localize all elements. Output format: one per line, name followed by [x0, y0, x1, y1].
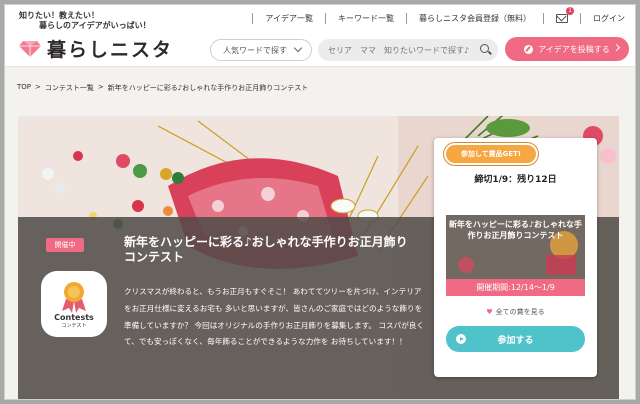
site-header: 知りたい！教えたい！ 暮らしのアイデアがいっぱい！ 暮らしニスタ アイデア一覧 …: [5, 5, 635, 67]
popular-word-label: 人気ワードで探す: [223, 45, 287, 55]
breadcrumb-top[interactable]: TOP: [17, 83, 31, 93]
play-icon: [456, 334, 466, 344]
see-all-prizes-link[interactable]: ♥ 全ての賞を見る: [434, 307, 597, 317]
thumbnail-title: 新年をハッピーに彩る♪おしゃれな手作りお正月飾りコンテスト: [448, 220, 583, 240]
contest-title: 新年をハッピーに彩る♪おしゃれな手作りお正月飾りコンテスト: [124, 235, 408, 264]
logo-text: 暮らしニスタ: [47, 39, 174, 61]
breadcrumb-separator: >: [35, 83, 41, 91]
contest-hero: 開催中 新年をハッピーに彩る♪おしゃれな手作りお正月飾りコンテスト Contes…: [18, 116, 619, 399]
chevron-down-icon: [293, 43, 303, 53]
heart-icon: ♥: [486, 308, 493, 316]
nav-divider: [406, 13, 407, 24]
mail-icon[interactable]: 1: [556, 7, 574, 23]
search-input[interactable]: [318, 39, 498, 61]
contest-icon-label-en: Contests: [54, 313, 94, 322]
pencil-icon: [524, 44, 534, 54]
tagline-line1: 知りたい！教えたい！: [19, 11, 99, 20]
nav-idea-list[interactable]: アイデア一覧: [265, 13, 313, 24]
chevron-right-icon: [612, 43, 621, 52]
tagline-line2: 暮らしのアイデアがいっぱい！: [39, 21, 151, 30]
join-button[interactable]: 参加する: [446, 326, 585, 352]
search-icon[interactable]: [480, 44, 489, 53]
site-logo[interactable]: 暮らしニスタ: [19, 35, 173, 62]
contest-entry-card: 参加して賞品GET! 締切1/9：残り12日 新年をハッピーに彩る♪おしゃれな手…: [434, 138, 597, 377]
nav-divider: [580, 13, 581, 24]
nav-login[interactable]: ログイン: [593, 13, 625, 24]
see-all-prizes-label: 全ての賞を見る: [495, 308, 545, 316]
nav-divider: [325, 13, 326, 24]
breadcrumb-contests[interactable]: コンテスト一覧: [45, 83, 94, 93]
nav-divider: [543, 13, 544, 24]
deadline-text: 締切1/9：残り12日: [474, 175, 557, 185]
diamond-logo-icon: [19, 40, 41, 57]
nav-keyword-list[interactable]: キーワード一覧: [338, 13, 394, 24]
popular-word-select[interactable]: 人気ワードで探す: [210, 39, 312, 61]
join-button-label: 参加する: [497, 335, 534, 346]
post-idea-button[interactable]: アイデアを投稿する: [505, 37, 629, 61]
contest-period: 開催期間:12/14〜1/9: [446, 279, 585, 296]
contest-icon: Contests コンテスト: [41, 271, 107, 337]
contest-thumbnail[interactable]: 新年をハッピーに彩る♪おしゃれな手作りお正月飾りコンテスト: [446, 215, 585, 279]
breadcrumb-current: 新年をハッピーに彩る♪おしゃれな手作りお正月飾りコンテスト: [107, 84, 309, 92]
site-tagline: 知りたい！教えたい！ 暮らしのアイデアがいっぱい！: [19, 11, 151, 31]
nav-register[interactable]: 暮らしニスタ会員登録（無料）: [419, 13, 531, 24]
top-nav: アイデア一覧 キーワード一覧 暮らしニスタ会員登録（無料） 1 ログイン: [240, 7, 625, 24]
status-badge: 開催中: [46, 238, 84, 252]
nav-divider: [252, 13, 254, 24]
contest-icon-label-jp: コンテスト: [61, 323, 87, 329]
prize-tag: 参加して賞品GET!: [444, 143, 538, 165]
page-frame: 知りたい！教えたい！ 暮らしのアイデアがいっぱい！ 暮らしニスタ アイデア一覧 …: [4, 4, 636, 400]
contest-description: クリスマスが終わると、もうお正月もすぐそこ！ あわててツリーを片づけ、インテリア…: [124, 287, 424, 347]
medal-icon: [62, 282, 86, 313]
mail-count-badge: 1: [566, 7, 574, 15]
post-idea-label: アイデアを投稿する: [538, 44, 610, 54]
breadcrumb-separator: >: [97, 83, 104, 91]
breadcrumb: TOP > コンテスト一覧 > 新年をハッピーに彩る♪おしゃれな手作りお正月飾り…: [17, 83, 308, 93]
